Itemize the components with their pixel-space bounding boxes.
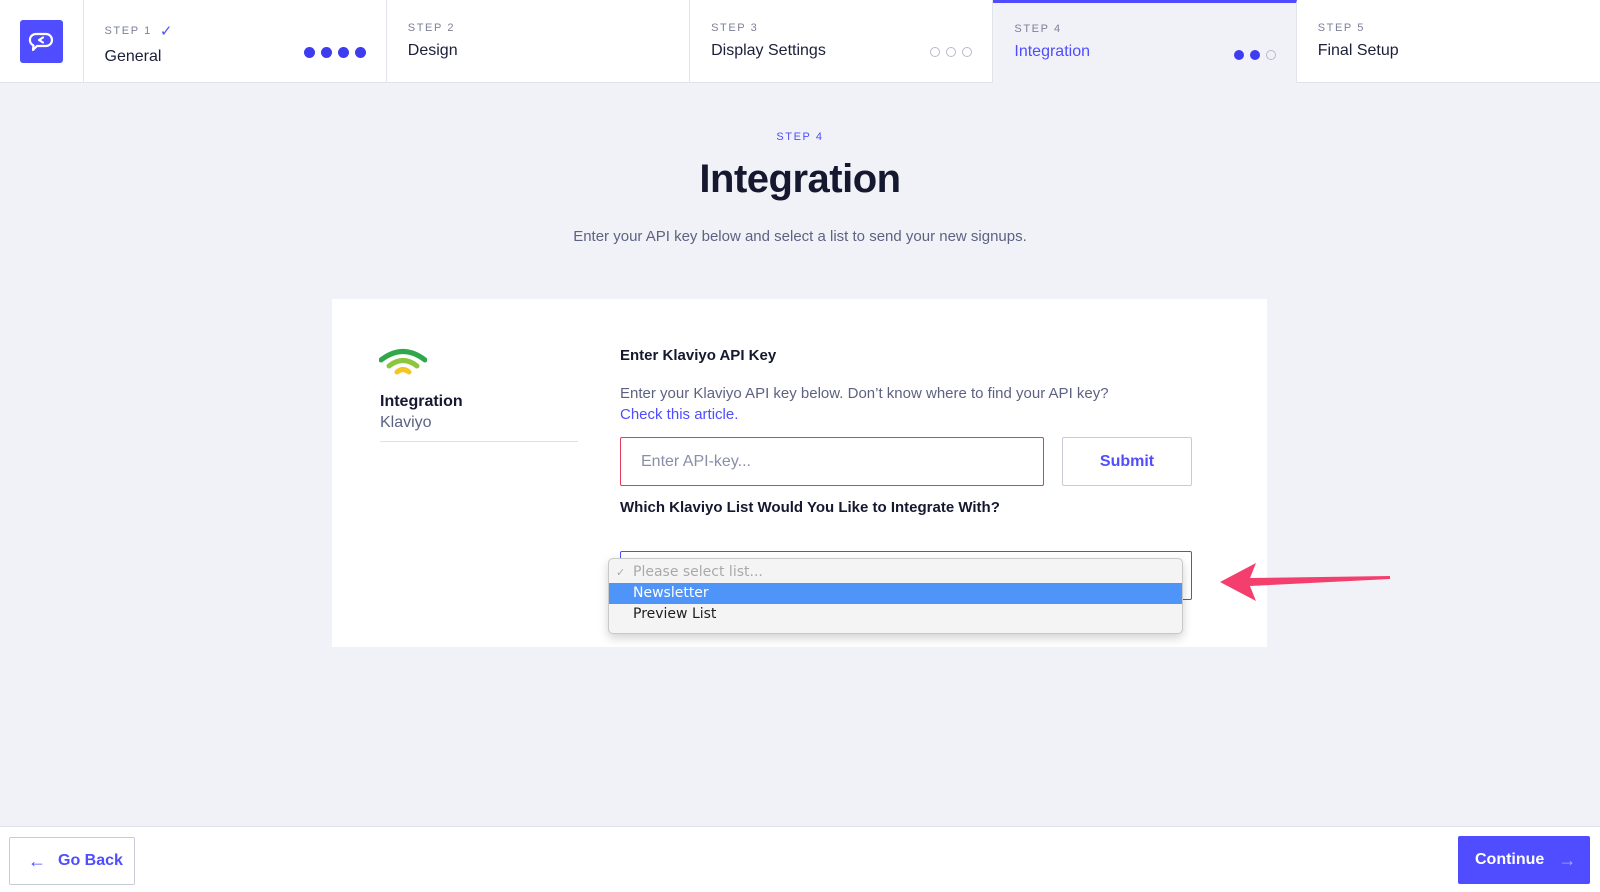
api-key-input[interactable]: [620, 437, 1044, 486]
klaviyo-signal-icon: [378, 345, 428, 379]
api-help-sentence: Enter your Klaviyo API key below. Don’t …: [620, 385, 1109, 402]
progress-dot-filled: [320, 47, 332, 58]
help-article-link[interactable]: Check this article.: [620, 406, 738, 423]
list-select-label: Which Klaviyo List Would You Like to Int…: [620, 499, 1000, 516]
pink-arrow-icon: [1218, 560, 1394, 604]
progress-dot-empty: [962, 47, 973, 57]
arrow-right-icon: →: [1558, 849, 1577, 870]
progress-dot-filled: [337, 47, 349, 58]
option-label: Please select list...: [633, 564, 763, 580]
divider: [380, 441, 578, 442]
option-label: Preview List: [633, 606, 717, 622]
step-title: Final Setup: [1317, 42, 1399, 59]
step-general[interactable]: STEP 1 ✓ General: [84, 0, 387, 83]
chat-bubble-logo-icon[interactable]: [19, 20, 63, 63]
progress-dot-empty: [1265, 50, 1276, 60]
checkmark-icon: ✓: [159, 23, 173, 40]
arrow-left-icon: ←: [28, 850, 46, 871]
step-progress-dots: [303, 47, 366, 58]
logo-cell: [0, 0, 84, 83]
step-number: STEP 4: [1014, 23, 1062, 35]
go-back-button[interactable]: ← Go Back: [9, 837, 135, 885]
step-number: STEP 2: [407, 22, 456, 34]
step-progress-dots: [1233, 50, 1276, 60]
continue-label: Continue: [1475, 851, 1545, 868]
submit-button[interactable]: Submit: [1062, 437, 1192, 486]
option-label: Newsletter: [633, 585, 709, 601]
api-help-text: Enter your Klaviyo API key below. Don’t …: [620, 383, 1180, 425]
step-final-setup[interactable]: STEP 5 Final Setup: [1297, 0, 1600, 83]
progress-dot-empty: [946, 47, 957, 57]
step-number: STEP 1: [104, 25, 152, 37]
progress-dot-filled: [303, 47, 315, 58]
continue-button[interactable]: Continue →: [1458, 836, 1590, 884]
step-progress-dots: [930, 47, 973, 57]
integration-title: Integration: [380, 393, 463, 410]
dropdown-option-preview-list[interactable]: Preview List: [609, 604, 1182, 625]
footer-bar: ← Go Back Continue →: [0, 826, 1600, 892]
step-design[interactable]: STEP 2 Design: [387, 0, 691, 83]
wizard-stepper: STEP 1 ✓ General STEP 2 Design STEP 3 Di…: [0, 0, 1600, 83]
api-key-label: Enter Klaviyo API Key: [620, 347, 777, 364]
step-number: STEP 5: [1317, 22, 1365, 34]
step-kicker: STEP 4: [776, 131, 824, 143]
progress-dot-empty: [930, 47, 941, 57]
go-back-label: Go Back: [58, 852, 123, 869]
list-dropdown-menu: ✓ Please select list... Newsletter Previ…: [608, 558, 1183, 634]
integration-provider: Klaviyo: [380, 414, 432, 431]
page-title: Integration: [699, 157, 901, 201]
step-integration[interactable]: STEP 4 Integration: [993, 0, 1297, 83]
step-display-settings[interactable]: STEP 3 Display Settings: [690, 0, 994, 83]
step-title: Design: [407, 42, 458, 59]
step-number: STEP 3: [711, 22, 759, 34]
checkmark-icon: ✓: [616, 566, 626, 579]
progress-dot-filled: [354, 47, 366, 58]
page-subtitle: Enter your API key below and select a li…: [573, 228, 1027, 245]
dropdown-option-placeholder[interactable]: ✓ Please select list...: [609, 562, 1182, 583]
dropdown-option-newsletter[interactable]: Newsletter: [609, 583, 1182, 604]
progress-dot-filled: [1249, 50, 1260, 60]
progress-dot-filled: [1233, 50, 1244, 60]
